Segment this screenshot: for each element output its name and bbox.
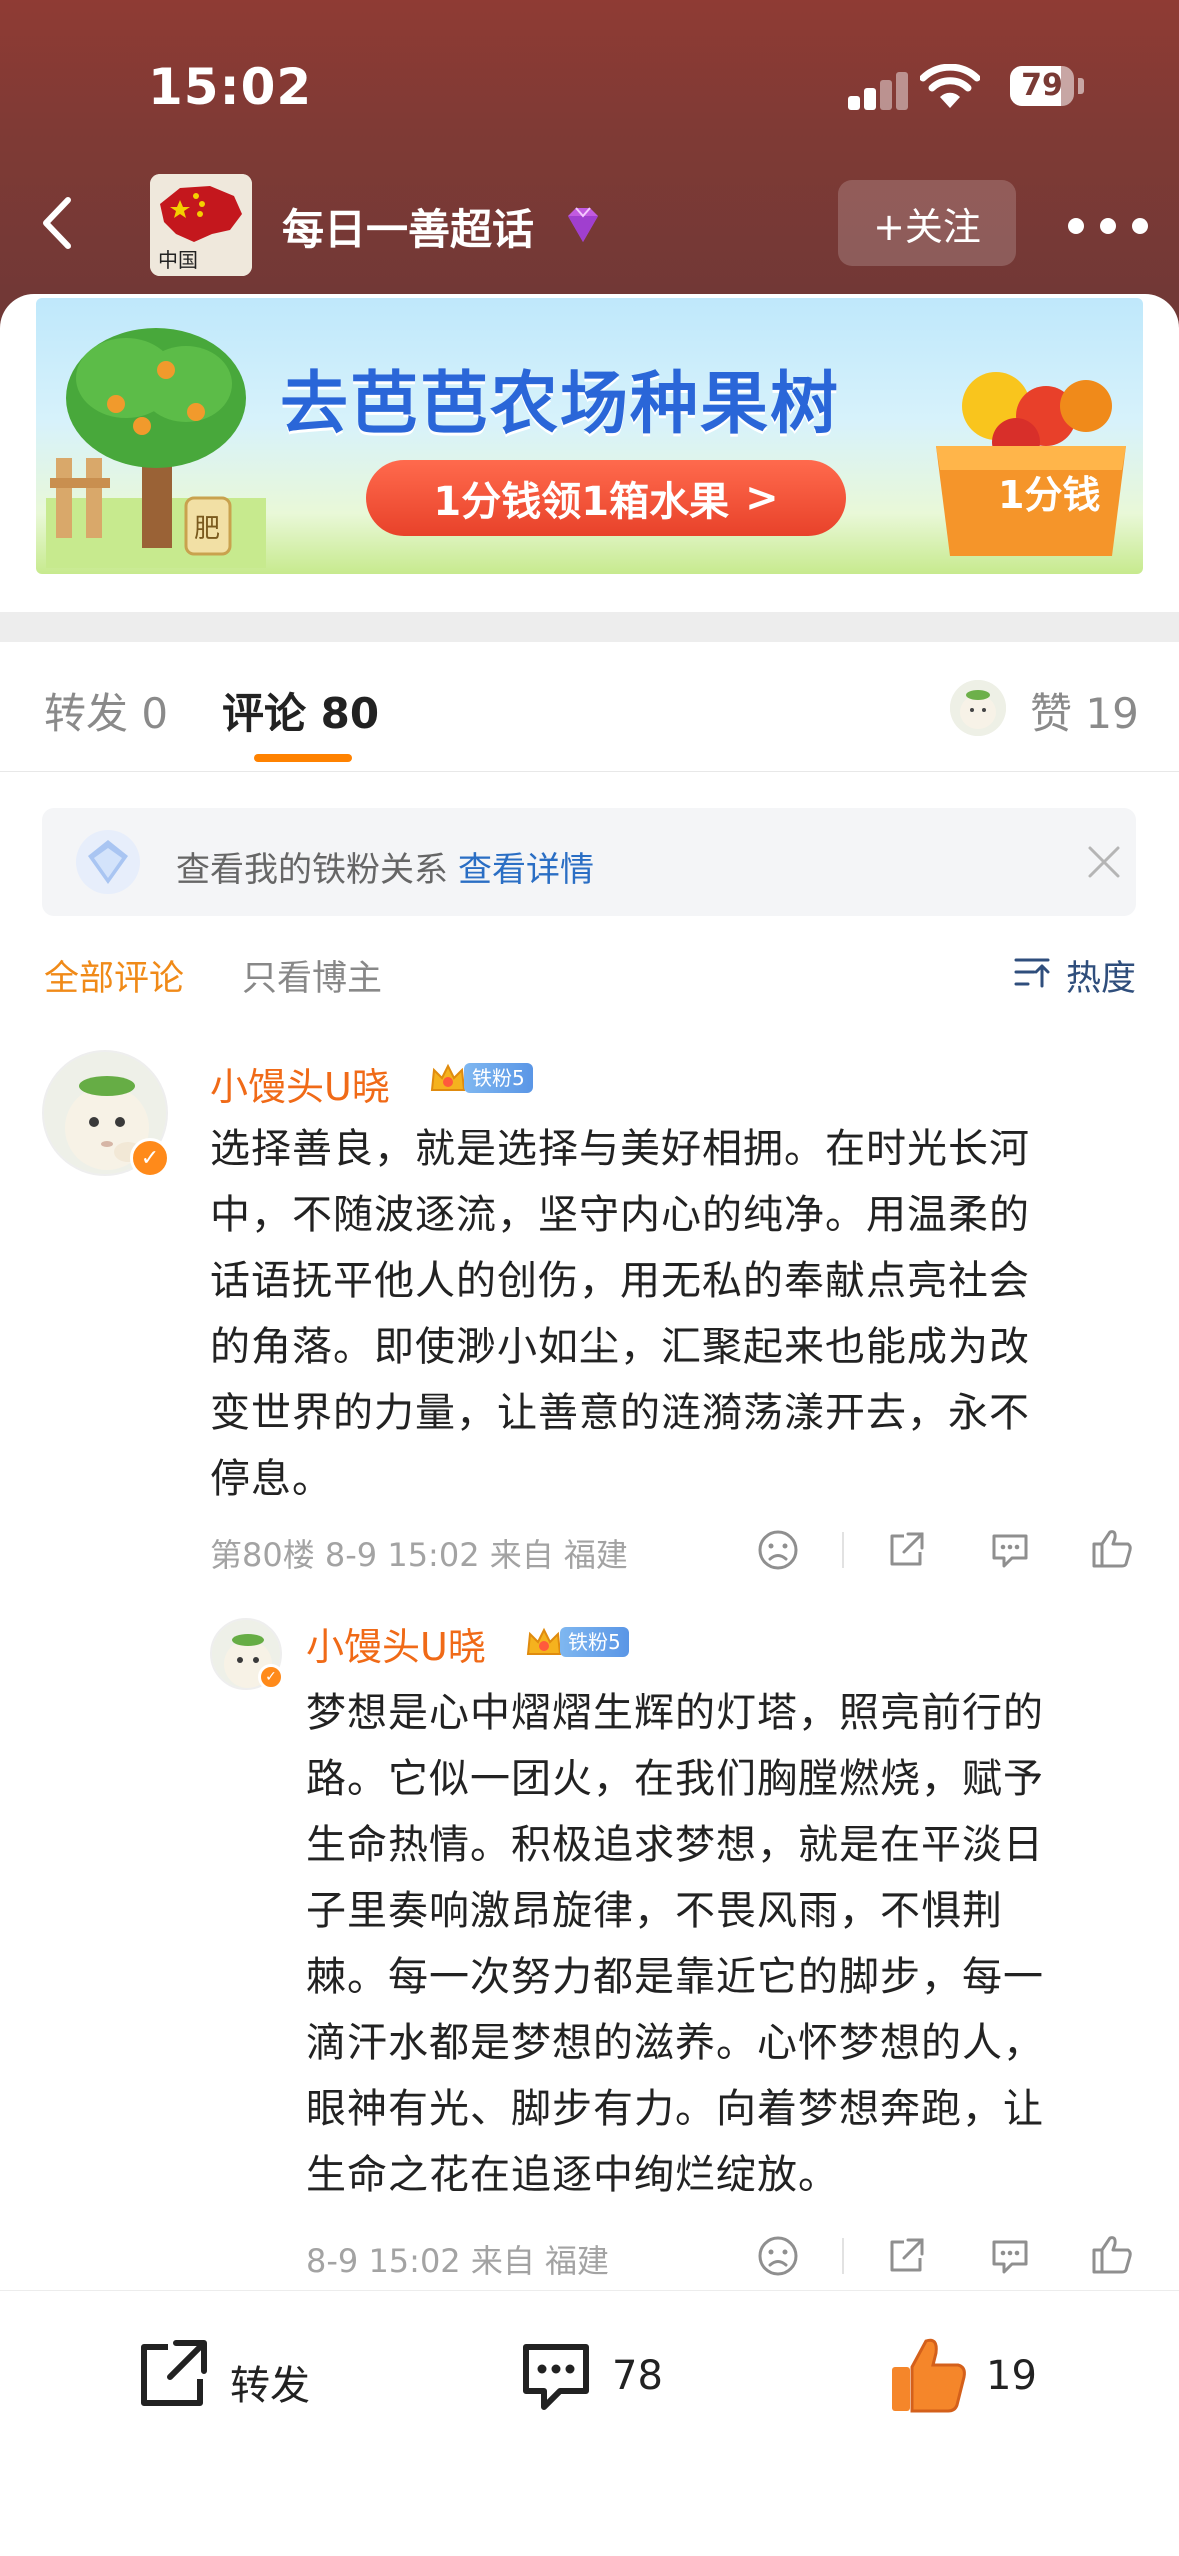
follow-button[interactable]: +关注 xyxy=(838,180,1016,266)
cellular-signal-icon xyxy=(848,70,908,110)
notice-text: 查看我的铁粉关系 查看详情 xyxy=(176,842,594,891)
fan-level-label: 铁粉5 xyxy=(464,1063,533,1093)
dislike-face-icon[interactable] xyxy=(756,1528,800,1572)
topic-thumb-caption: 中国 xyxy=(158,248,198,272)
close-icon[interactable] xyxy=(1082,840,1126,884)
like-icon[interactable] xyxy=(1090,1526,1134,1570)
comment-line: 梦想是心中熠熠生辉的灯塔，照亮前行的 xyxy=(306,1690,1044,1736)
comment-username[interactable]: 小馒头U晓 xyxy=(306,1616,486,1671)
comment-line: 生命之花在追逐中绚烂绽放。 xyxy=(306,2152,839,2198)
nav-row: 中国 每日一善超话 +关注 xyxy=(0,170,1179,280)
topic-header: 15:02 79 中国 每日一善超话 +关注 xyxy=(0,0,1179,330)
comment-actions xyxy=(756,2230,1156,2286)
verified-badge-icon: ✓ xyxy=(130,1138,170,1178)
reply-icon[interactable] xyxy=(988,2234,1032,2278)
back-button[interactable] xyxy=(26,188,96,258)
like-icon[interactable] xyxy=(1090,2232,1134,2276)
comment-button[interactable]: 78 xyxy=(516,2331,696,2421)
section-divider xyxy=(0,612,1179,642)
super-topic-gem-icon xyxy=(568,207,598,242)
action-divider xyxy=(842,2238,844,2274)
comment-text: 梦想是心中熠熠生辉的灯塔，照亮前行的 路。它似一团火，在我们胸膛燃烧，赋予 生命… xyxy=(306,1680,1146,2208)
comment-line: 选择善良，就是选择与美好相拥。在时光长河 xyxy=(210,1126,1030,1172)
banner-cta-arrow: > xyxy=(745,475,779,521)
more-options-button[interactable] xyxy=(1064,206,1154,246)
forward-icon xyxy=(141,2340,207,2406)
reply-icon[interactable] xyxy=(988,1528,1032,1572)
like-button[interactable]: 19 xyxy=(886,2331,1066,2421)
comment-line: 话语抚平他人的创伤，用无私的奉献点亮社会 xyxy=(210,1258,1030,1304)
crown-icon xyxy=(430,1063,466,1091)
thumbs-up-icon xyxy=(892,2338,966,2413)
comment-line: 生命热情。积极追求梦想，就是在平淡日 xyxy=(306,1822,1044,1868)
crown-icon xyxy=(526,1627,562,1655)
fan-level-label: 铁粉5 xyxy=(560,1627,629,1657)
filter-all-comments[interactable]: 全部评论 xyxy=(44,950,184,1001)
banner-title: 去芭芭农场种果树 xyxy=(280,365,841,444)
active-tab-indicator xyxy=(254,754,352,762)
interaction-tabs: 转发 0 评论 80 赞 19 xyxy=(0,642,1179,772)
forward-button[interactable]: 转发 xyxy=(132,2331,332,2421)
comment-line: 变世界的力量，让善意的涟漪荡漾开去，永不 xyxy=(210,1390,1030,1436)
fertilizer-tag: 肥 xyxy=(194,514,221,544)
comment-icon xyxy=(523,2344,589,2410)
status-bar: 15:02 79 xyxy=(0,0,1179,170)
comment-line: 中，不随波逐流，坚守内心的纯净。用温柔的 xyxy=(210,1192,1030,1238)
liker-avatar[interactable] xyxy=(950,680,1006,736)
forward-label: 转发 xyxy=(230,2363,310,2409)
iron-fan-badge: 铁粉5 xyxy=(428,1060,533,1096)
dislike-face-icon[interactable] xyxy=(756,2234,800,2278)
fan-badge-icon xyxy=(76,830,140,894)
comment-count: 78 xyxy=(612,2353,663,2399)
fruit-tree-icon xyxy=(46,328,266,568)
action-divider xyxy=(842,1532,844,1568)
battery-tip xyxy=(1078,78,1084,94)
comment-line: 停息。 xyxy=(210,1456,333,1502)
basket-price-label: 1分钱 xyxy=(998,473,1101,517)
filter-author-only[interactable]: 只看博主 xyxy=(242,950,382,1001)
battery-indicator: 79 xyxy=(1010,66,1074,106)
tab-comments[interactable]: 评论 80 xyxy=(222,680,379,741)
like-count: 19 xyxy=(986,2353,1037,2399)
comment-line: 眼神有光、脚步有力。向着梦想奔跑，让 xyxy=(306,2086,1044,2132)
tab-likes[interactable]: 赞 19 xyxy=(1030,680,1139,741)
avatar-face-icon xyxy=(950,680,1006,736)
share-icon[interactable] xyxy=(884,1528,928,1572)
notice-details-link[interactable]: 查看详情 xyxy=(458,850,594,890)
sort-by-hot-label[interactable]: 热度 xyxy=(1066,950,1136,1001)
bottom-action-bar: 转发 78 19 xyxy=(0,2290,1179,2556)
fruit-basket-icon xyxy=(936,372,1126,556)
comment-line: 的角落。即使渺小如尘，汇聚起来也能成为改 xyxy=(210,1324,1030,1370)
comment-filter-bar: 全部评论 只看博主 热度 xyxy=(0,940,1179,1000)
tab-forward[interactable]: 转发 0 xyxy=(44,680,168,741)
comment-line: 路。它似一团火，在我们胸膛燃烧，赋予 xyxy=(306,1756,1044,1802)
iron-fan-badge: 铁粉5 xyxy=(524,1624,629,1660)
comment-actions xyxy=(756,1524,1156,1580)
iron-fan-notice: 查看我的铁粉关系 查看详情 xyxy=(42,808,1136,916)
comment-line: 滴汗水都是梦想的滋养。心怀梦想的人， xyxy=(306,2020,1044,2066)
topic-title[interactable]: 每日一善超话 xyxy=(282,196,534,257)
comment-meta: 8-9 15:02 来自 福建 xyxy=(306,2242,610,2280)
comment-username[interactable]: 小馒头U晓 xyxy=(210,1056,390,1111)
comment-text: 选择善良，就是选择与美好相拥。在时光长河 中，不随波逐流，坚守内心的纯净。用温柔… xyxy=(210,1116,1130,1512)
farm-ad-banner[interactable]: 肥 去芭芭农场种果树 1分钱领1箱水果 > 1分钱 xyxy=(36,298,1143,574)
comment-meta: 第80楼 8-9 15:02 来自 福建 xyxy=(210,1536,628,1574)
notice-label: 查看我的铁粉关系 xyxy=(176,850,448,890)
banner-cta-label: 1分钱领1箱水果 xyxy=(433,479,730,525)
wifi-icon xyxy=(920,64,980,108)
verified-badge-icon: ✓ xyxy=(258,1664,284,1690)
sort-icon[interactable] xyxy=(1012,952,1052,992)
battery-percent: 79 xyxy=(1021,68,1063,103)
comment-line: 子里奏响激昂旋律，不畏风雨，不惧荆 xyxy=(306,1888,1003,1934)
share-icon[interactable] xyxy=(884,2234,928,2278)
banner-cta[interactable]: 1分钱领1箱水果 > xyxy=(366,460,846,536)
topic-thumbnail[interactable]: 中国 xyxy=(150,174,252,276)
status-time: 15:02 xyxy=(148,58,313,116)
comment-line: 棘。每一次努力都是靠近它的脚步，每一 xyxy=(306,1954,1044,2000)
